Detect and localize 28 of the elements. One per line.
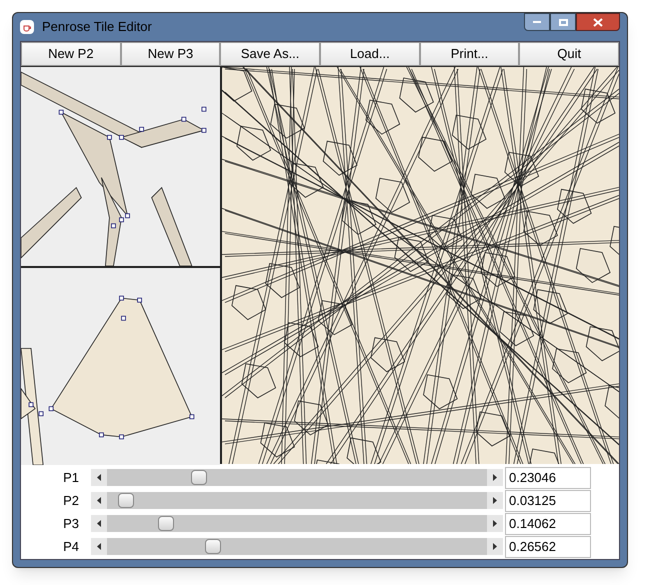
toolbar-button[interactable]: Quit — [519, 42, 619, 66]
parameter-value-field[interactable]: 0.14062 — [505, 512, 591, 534]
slider-thumb[interactable] — [190, 470, 207, 485]
maximize-button[interactable] — [550, 13, 576, 31]
close-button[interactable] — [576, 13, 620, 31]
parameter-value-field[interactable]: 0.26562 — [505, 536, 591, 558]
parameter-label: P4 — [62, 538, 80, 556]
toolbar-button[interactable]: Save As... — [220, 42, 320, 66]
toolbar-button[interactable]: New P2 — [21, 42, 121, 66]
window-title: Penrose Tile Editor — [42, 18, 153, 36]
toolbar-button[interactable]: Print... — [420, 42, 520, 66]
parameter-slider[interactable] — [91, 515, 503, 532]
minimize-button[interactable] — [524, 13, 550, 31]
parameter-label: P2 — [62, 492, 80, 510]
parameter-slider[interactable] — [91, 538, 503, 555]
close-icon — [593, 18, 603, 26]
parameter-value-field[interactable]: 0.23046 — [505, 466, 591, 488]
slider-thumb[interactable] — [118, 493, 134, 508]
java-cup-icon — [20, 20, 34, 34]
parameter-label: P3 — [62, 514, 80, 533]
parameter-label: P1 — [62, 468, 80, 487]
parameter-slider[interactable] — [91, 469, 503, 486]
parameter-value-field[interactable]: 0.03125 — [505, 490, 591, 512]
slider-thumb[interactable] — [158, 516, 174, 531]
parameter-slider[interactable] — [91, 492, 503, 509]
toolbar-button[interactable]: Load... — [320, 42, 420, 66]
toolbar-button[interactable]: New P3 — [120, 42, 220, 66]
slider-thumb[interactable] — [205, 539, 222, 554]
